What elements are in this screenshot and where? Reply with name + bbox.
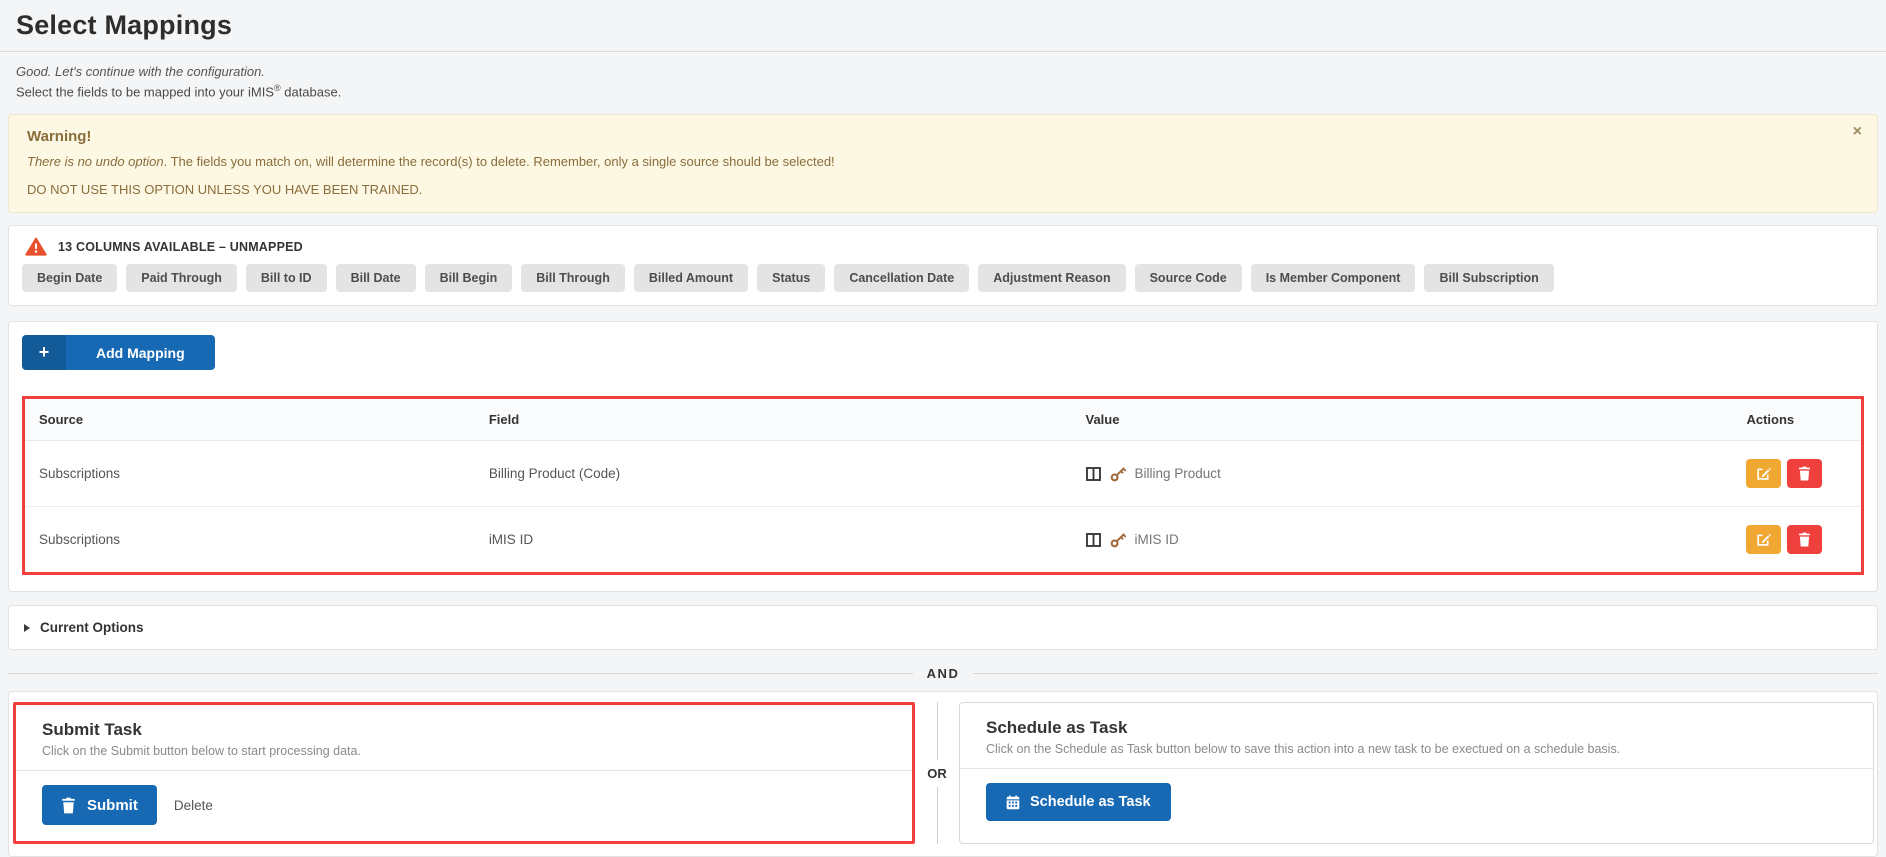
task-actions-section: Submit Task Click on the Submit button b… [8,691,1878,857]
current-options-toggle[interactable]: Current Options [8,605,1878,650]
warning-alert: Warning! There is no undo option. The fi… [8,114,1878,213]
page: Select Mappings Good. Let's continue wit… [0,0,1886,857]
calendar-icon [1006,795,1020,810]
field-cell: Billing Product (Code) [475,441,1072,507]
schedule-task-title: Schedule as Task [986,718,1847,737]
value-label: iMIS ID [1135,532,1179,547]
submit-task-body: Submit Delete [16,770,912,841]
column-chip[interactable]: Begin Date [22,264,117,292]
warning-message: There is no undo option. The fields you … [27,154,1859,169]
actions-cell [1732,507,1861,573]
field-cell: iMIS ID [475,507,1072,573]
delete-action-label: Delete [174,798,213,813]
and-divider: AND [8,666,1878,681]
schedule-task-panel: Schedule as Task Click on the Schedule a… [959,702,1874,844]
edit-icon [1756,532,1771,547]
plus-icon: + [22,335,66,370]
submit-button[interactable]: Submit [42,785,157,825]
column-chip[interactable]: Bill Begin [425,264,513,292]
unmapped-column-chips: Begin Date Paid Through Bill to ID Bill … [22,264,1864,292]
column-chip[interactable]: Billed Amount [634,264,748,292]
value-label: Billing Product [1135,466,1221,481]
mappings-table: Source Field Value Actions Subscriptions… [25,399,1861,572]
column-chip[interactable]: Bill Date [336,264,416,292]
value-cell: iMIS ID [1072,507,1733,573]
column-chip[interactable]: Status [757,264,825,292]
col-header-actions: Actions [1732,399,1861,441]
intro-line-1: Good. Let's continue with the configurat… [16,63,1870,80]
column-chip[interactable]: Bill to ID [246,264,327,292]
trash-icon [1798,466,1811,481]
col-header-value: Value [1072,399,1733,441]
column-chip[interactable]: Cancellation Date [834,264,969,292]
title-divider [0,51,1886,52]
schedule-task-body: Schedule as Task [960,768,1873,837]
divider-line [937,787,938,845]
submit-task-subtitle: Click on the Submit button below to star… [42,744,886,759]
trash-icon [1798,532,1811,547]
value-cell: Billing Product [1072,441,1733,507]
submit-task-panel: Submit Task Click on the Submit button b… [13,702,915,844]
table-row: Subscriptions iMIS ID [25,507,1861,573]
divider-line [937,702,938,760]
source-cell: Subscriptions [25,441,475,507]
columns-icon [1086,533,1101,547]
add-mapping-label: Add Mapping [66,345,215,361]
source-cell: Subscriptions [25,507,475,573]
edit-mapping-button[interactable] [1746,459,1781,488]
warning-title: Warning! [27,128,1859,145]
add-mapping-button[interactable]: + Add Mapping [22,335,215,370]
edit-mapping-button[interactable] [1746,525,1781,554]
edit-icon [1756,466,1771,481]
schedule-button-label: Schedule as Task [1030,794,1151,810]
column-chip[interactable]: Source Code [1135,264,1242,292]
column-chip[interactable]: Bill Through [521,264,625,292]
delete-mapping-button[interactable] [1787,525,1822,554]
schedule-as-task-button[interactable]: Schedule as Task [986,783,1171,821]
mappings-panel: + Add Mapping Source Field Value Actions… [8,321,1878,592]
columns-icon [1086,467,1101,481]
table-header-row: Source Field Value Actions [25,399,1861,441]
current-options-label: Current Options [40,620,144,635]
warning-triangle-icon [25,237,47,256]
unmapped-columns-panel: 13 COLUMNS AVAILABLE – UNMAPPED Begin Da… [8,225,1878,306]
column-chip[interactable]: Bill Subscription [1424,264,1553,292]
intro-text: Good. Let's continue with the configurat… [16,63,1870,100]
and-divider-label: AND [927,666,960,681]
schedule-task-header: Schedule as Task Click on the Schedule a… [960,703,1873,768]
table-row: Subscriptions Billing Product (Code) [25,441,1861,507]
trash-icon [61,797,76,814]
unmapped-columns-header: 13 COLUMNS AVAILABLE – UNMAPPED [22,237,1864,256]
column-chip[interactable]: Paid Through [126,264,237,292]
close-icon[interactable]: × [1853,124,1862,140]
columns-available-heading: 13 COLUMNS AVAILABLE – UNMAPPED [58,240,303,254]
submit-task-title: Submit Task [42,720,886,739]
registered-mark: ® [274,83,281,93]
submit-button-label: Submit [87,797,138,814]
or-divider: OR [915,702,959,844]
divider-line [973,673,1878,674]
submit-task-header: Submit Task Click on the Submit button b… [16,705,912,770]
key-icon [1110,466,1126,482]
column-chip[interactable]: Adjustment Reason [978,264,1125,292]
col-header-source: Source [25,399,475,441]
column-chip[interactable]: Is Member Component [1251,264,1416,292]
or-divider-label: OR [927,766,947,781]
actions-cell [1732,441,1861,507]
intro-line-2: Select the fields to be mapped into your… [16,80,1870,100]
mappings-table-highlight-box: Source Field Value Actions Subscriptions… [22,396,1864,575]
key-icon [1110,532,1126,548]
schedule-task-subtitle: Click on the Schedule as Task button bel… [986,742,1847,757]
page-title: Select Mappings [16,10,1878,41]
delete-mapping-button[interactable] [1787,459,1822,488]
divider-line [8,673,913,674]
warning-trained-line: DO NOT USE THIS OPTION UNLESS YOU HAVE B… [27,182,1859,197]
caret-right-icon [24,624,30,632]
col-header-field: Field [475,399,1072,441]
